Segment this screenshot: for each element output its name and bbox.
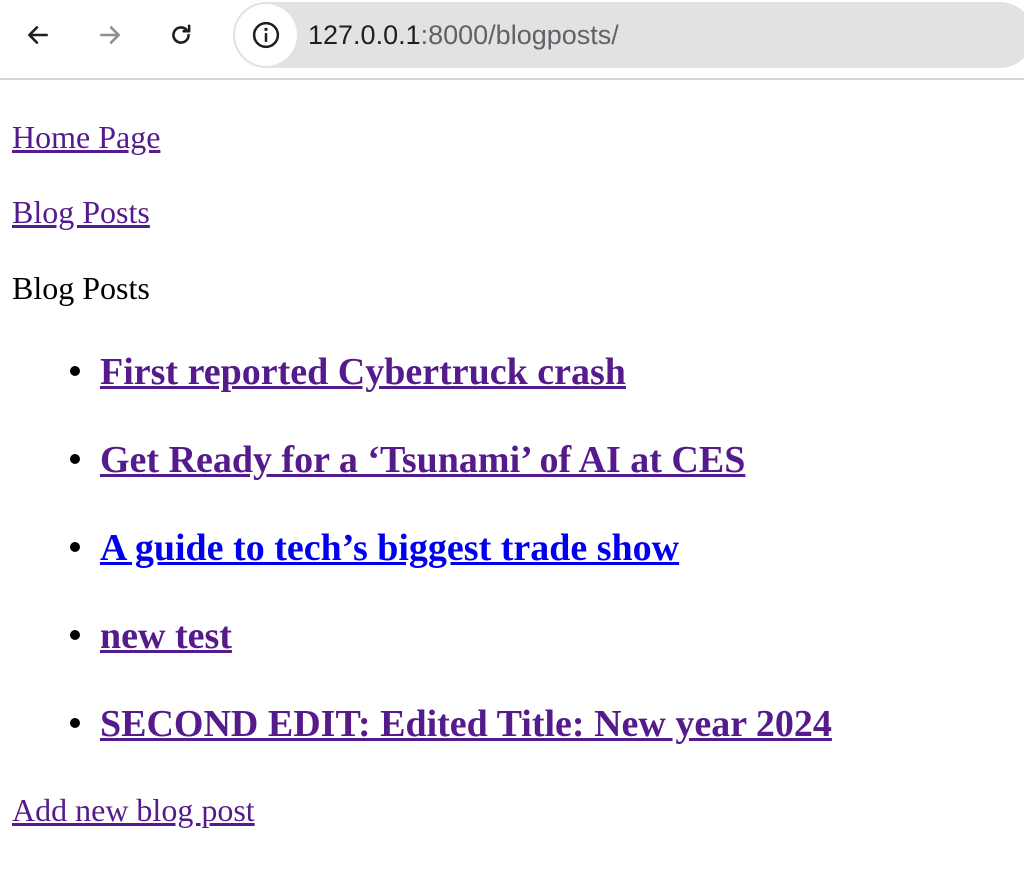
post-link[interactable]: SECOND EDIT: Edited Title: New year 2024 [100,702,832,746]
post-link[interactable]: Get Ready for a ‘Tsunami’ of AI at CES [100,438,745,482]
bullet-icon [70,454,80,464]
arrow-left-icon [28,26,48,44]
page-title: Blog Posts [12,270,150,306]
blog-posts-link[interactable]: Blog Posts [12,192,150,232]
bullet-icon [70,718,80,728]
post-link[interactable]: new test [100,614,232,658]
url-host: 127.0.0.1 [308,20,421,50]
post-link[interactable]: First reported Cybertruck crash [100,350,626,394]
back-button[interactable] [20,17,56,53]
bullet-icon [70,366,80,376]
home-page-link[interactable]: Home Page [12,117,160,157]
reload-icon [172,24,191,44]
site-info-button[interactable] [235,4,297,66]
reload-button[interactable] [163,17,199,53]
post-link[interactable]: A guide to tech’s biggest trade show [100,526,679,570]
bullet-icon [70,542,80,552]
arrow-right-icon [100,26,120,44]
url-path: :8000/blogposts/ [420,20,619,50]
bullet-icon [70,630,80,640]
info-icon [252,21,280,49]
forward-button[interactable] [92,17,128,53]
address-bar[interactable]: 127.0.0.1:8000/blogposts/ [233,2,1024,68]
add-blog-post-link[interactable]: Add new blog post [12,790,255,830]
browser-toolbar: 127.0.0.1:8000/blogposts/ [0,0,1024,80]
url-text[interactable]: 127.0.0.1:8000/blogposts/ [308,17,619,53]
